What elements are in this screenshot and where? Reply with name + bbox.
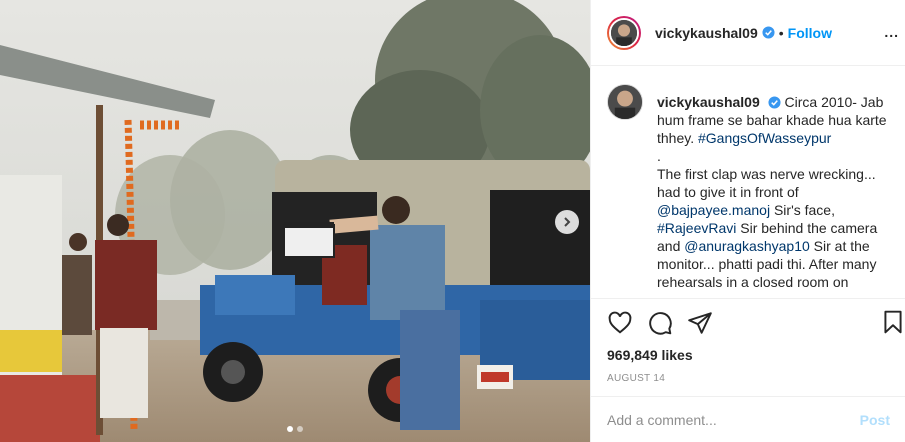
- caption-text: vickykaushal09 Circa 2010- Jab hum frame…: [657, 93, 890, 294]
- hashtag-link[interactable]: #GangsOfWasseypur: [698, 130, 831, 146]
- carousel-next-button[interactable]: [555, 210, 579, 234]
- post-photo[interactable]: [0, 0, 590, 442]
- photo-scene: [0, 0, 590, 442]
- post-header: vickykaushal09 • Follow ...: [591, 0, 905, 66]
- caption-segment: The first clap was nerve wrecking... had…: [657, 166, 876, 200]
- post-comment-button[interactable]: Post: [860, 412, 890, 428]
- post-side-panel: vickykaushal09 • Follow ... vickykaushal…: [590, 0, 905, 442]
- separator-dot: •: [778, 24, 784, 41]
- like-count[interactable]: 969,849 likes: [607, 347, 890, 363]
- share-icon[interactable]: [687, 310, 713, 336]
- next-arrow-icon: [564, 217, 571, 227]
- carousel-dots: [0, 426, 590, 432]
- post-username[interactable]: vickykaushal09: [655, 25, 758, 41]
- mention-link[interactable]: @anuragkashyap10: [684, 238, 810, 254]
- caption-avatar[interactable]: [607, 84, 643, 120]
- caption-username[interactable]: vickykaushal09: [657, 94, 760, 110]
- comment-bar: Post: [591, 396, 905, 442]
- carousel-dot: [297, 426, 303, 432]
- post-date[interactable]: AUGUST 14: [607, 373, 890, 384]
- verified-badge-icon: [768, 96, 781, 109]
- hashtag-link[interactable]: #RajeevRavi: [657, 220, 736, 236]
- bookmark-icon[interactable]: [880, 309, 905, 335]
- avatar[interactable]: [607, 15, 641, 50]
- post-caption: vickykaushal09 Circa 2010- Jab hum frame…: [591, 84, 905, 294]
- heart-icon[interactable]: [607, 310, 633, 336]
- mention-link[interactable]: @bajpayee.manoj: [657, 202, 770, 218]
- comment-icon[interactable]: [647, 310, 673, 336]
- carousel-dot: [287, 426, 293, 432]
- verified-badge-icon: [762, 26, 775, 39]
- caption-segment: Sir's face,: [770, 202, 835, 218]
- post-actions: 969,849 likes AUGUST 14: [591, 298, 905, 384]
- caption-segment: .: [657, 148, 661, 164]
- post-dialog: vickykaushal09 • Follow ... vickykaushal…: [0, 0, 905, 442]
- follow-button[interactable]: Follow: [788, 25, 832, 41]
- more-options-icon[interactable]: ...: [884, 24, 899, 40]
- comment-input[interactable]: [607, 411, 860, 428]
